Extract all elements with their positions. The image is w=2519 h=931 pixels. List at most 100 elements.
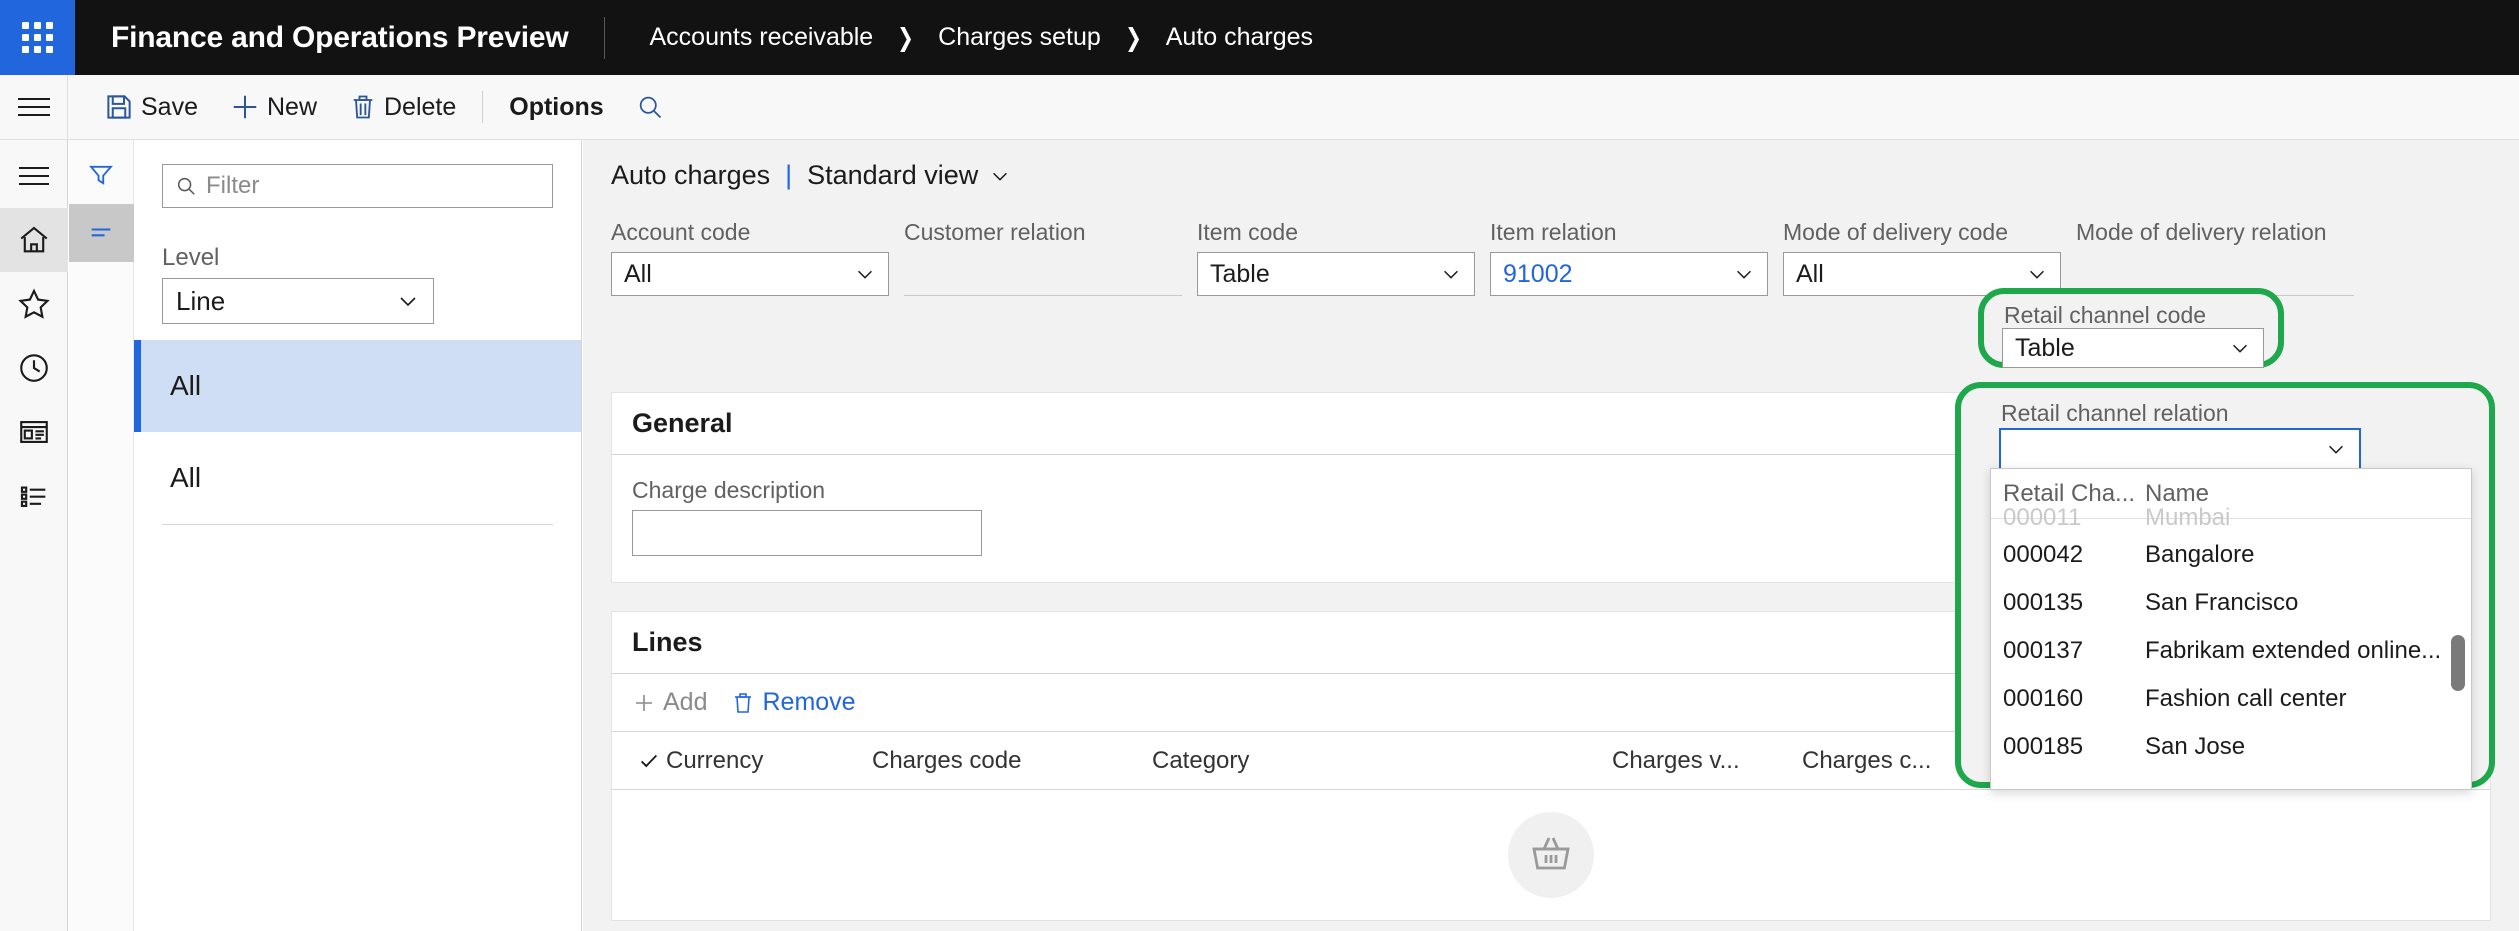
- dropdown-item[interactable]: 000042 Bangalore: [1991, 531, 2471, 579]
- sidebar-item-nav-menu[interactable]: [0, 144, 68, 208]
- dropdown-item[interactable]: 000137 Fabrikam extended online...: [1991, 627, 2471, 675]
- section-title: Lines: [632, 627, 703, 658]
- search-button[interactable]: [620, 85, 680, 129]
- home-icon: [17, 223, 51, 257]
- field-item-code: Item code Table: [1197, 219, 1475, 296]
- column-header-charges-value[interactable]: Charges v...: [1612, 747, 1802, 775]
- field-item-relation: Item relation 91002: [1490, 219, 1768, 296]
- list-panel: Level Line All All: [134, 140, 582, 931]
- trash-icon: [349, 93, 377, 121]
- dropdown-item-name: Fabrikam extended online...: [2145, 637, 2471, 665]
- chevron-down-icon: [396, 289, 420, 313]
- sidebar-item-favorites[interactable]: [0, 272, 68, 336]
- column-header-charges-code[interactable]: Charges code: [872, 747, 1152, 775]
- column-header-charges-currency[interactable]: Charges c...: [1802, 747, 1962, 775]
- charge-description-input[interactable]: [632, 510, 982, 556]
- level-value: Line: [176, 286, 225, 317]
- nav-toggle-button[interactable]: [0, 75, 68, 139]
- field-label: Mode of delivery code: [1783, 219, 2061, 246]
- dropdown-item-id: 000042: [2003, 541, 2145, 569]
- field-account-code: Account code All: [611, 219, 889, 296]
- workspace-icon: [17, 415, 51, 449]
- checkmark-icon[interactable]: [632, 750, 666, 772]
- chevron-down-icon: [854, 263, 876, 285]
- search-icon: [636, 93, 664, 121]
- remove-label: Remove: [762, 688, 855, 717]
- new-button[interactable]: New: [214, 84, 333, 130]
- sidebar-item-workspaces[interactable]: [0, 400, 68, 464]
- app-launcher-icon: [22, 22, 53, 53]
- column-header-currency[interactable]: Currency: [666, 747, 872, 775]
- dropdown-item-name: San Francisco: [2145, 589, 2471, 617]
- breadcrumb: Accounts receivable ❯ Charges setup ❯ Au…: [605, 23, 1313, 53]
- dropdown-item[interactable]: 000160 Fashion call center: [1991, 675, 2471, 723]
- sidebar-item-modules[interactable]: [0, 464, 68, 528]
- sidebar-item-recent[interactable]: [0, 336, 68, 400]
- field-label: Customer relation: [904, 219, 1182, 246]
- top-navigation-bar: Finance and Operations Preview Accounts …: [0, 0, 2519, 75]
- trash-icon: [731, 691, 755, 715]
- field-value: All: [624, 260, 652, 289]
- dropdown-item-name: Mumbai: [2145, 504, 2471, 532]
- field-mode-of-delivery-relation: Mode of delivery relation: [2076, 219, 2354, 296]
- customer-relation-input[interactable]: [904, 252, 1182, 296]
- add-line-button[interactable]: Add: [632, 688, 707, 717]
- clock-icon: [17, 351, 51, 385]
- remove-line-button[interactable]: Remove: [731, 688, 855, 717]
- dropdown-item[interactable]: 000135 San Francisco: [1991, 579, 2471, 627]
- dropdown-item[interactable]: 000011 Mumbai: [1991, 505, 2471, 531]
- plus-icon: [632, 691, 656, 715]
- filter-input[interactable]: [206, 172, 540, 200]
- list-item[interactable]: All: [134, 432, 581, 524]
- breadcrumb-item-auto-charges[interactable]: Auto charges: [1166, 23, 1313, 52]
- app-title: Finance and Operations Preview: [75, 21, 604, 55]
- column-header-category[interactable]: Category: [1152, 747, 1612, 775]
- item-code-select[interactable]: Table: [1197, 252, 1475, 296]
- star-icon: [17, 287, 51, 321]
- delete-label: Delete: [384, 93, 456, 122]
- retail-channel-relation-dropdown: Retail Cha... Name 000011 Mumbai 000042 …: [1990, 468, 2472, 790]
- list-item[interactable]: All: [134, 340, 581, 432]
- item-relation-select[interactable]: 91002: [1490, 252, 1768, 296]
- filter-icon: [87, 161, 115, 189]
- list-divider: [162, 524, 553, 525]
- filter-rail: [69, 140, 134, 931]
- view-selector[interactable]: Standard view: [807, 160, 1011, 191]
- level-select[interactable]: Line: [162, 278, 434, 324]
- dropdown-scrollbar-thumb[interactable]: [2451, 635, 2465, 691]
- dropdown-item[interactable]: 000185 San Jose: [1991, 723, 2471, 771]
- field-value: 91002: [1503, 260, 1573, 289]
- app-launcher-button[interactable]: [0, 0, 75, 75]
- delete-button[interactable]: Delete: [333, 85, 472, 130]
- list-item-label: All: [170, 370, 201, 402]
- account-code-select[interactable]: All: [611, 252, 889, 296]
- field-customer-relation: Customer relation: [904, 219, 1182, 296]
- retail-channel-code-select[interactable]: Table: [2002, 328, 2264, 368]
- list-pane-button[interactable]: [69, 204, 134, 262]
- chevron-down-icon: [2026, 263, 2048, 285]
- retail-channel-code-label: Retail channel code: [2004, 302, 2206, 329]
- page-title: Auto charges: [611, 160, 770, 191]
- highlight-box-retail-channel-code: Retail channel code Table: [1978, 288, 2284, 368]
- retail-channel-relation-input[interactable]: [1999, 428, 2361, 470]
- filter-pane-button[interactable]: [69, 146, 134, 204]
- command-bar: Save New Delete Options: [0, 75, 2519, 140]
- lines-grid-empty-state: [612, 790, 2490, 920]
- breadcrumb-item-accounts-receivable[interactable]: Accounts receivable: [649, 23, 873, 52]
- field-label: Item relation: [1490, 219, 1768, 246]
- plus-icon: [230, 92, 260, 122]
- dropdown-item-name: Bangalore: [2145, 541, 2471, 569]
- save-button[interactable]: Save: [88, 84, 214, 130]
- modules-icon: [17, 479, 51, 513]
- left-navigation-rail: [0, 140, 68, 931]
- level-label: Level: [162, 244, 581, 272]
- search-icon: [175, 175, 197, 197]
- breadcrumb-item-charges-setup[interactable]: Charges setup: [938, 23, 1101, 52]
- filter-search-box[interactable]: [162, 164, 553, 208]
- add-label: Add: [663, 688, 707, 717]
- sidebar-item-home[interactable]: [0, 208, 68, 272]
- chevron-right-icon: ❯: [897, 23, 914, 53]
- field-mode-of-delivery-code: Mode of delivery code All: [1783, 219, 2061, 296]
- options-button[interactable]: Options: [493, 85, 619, 130]
- page-header: Auto charges | Standard view: [583, 140, 2519, 191]
